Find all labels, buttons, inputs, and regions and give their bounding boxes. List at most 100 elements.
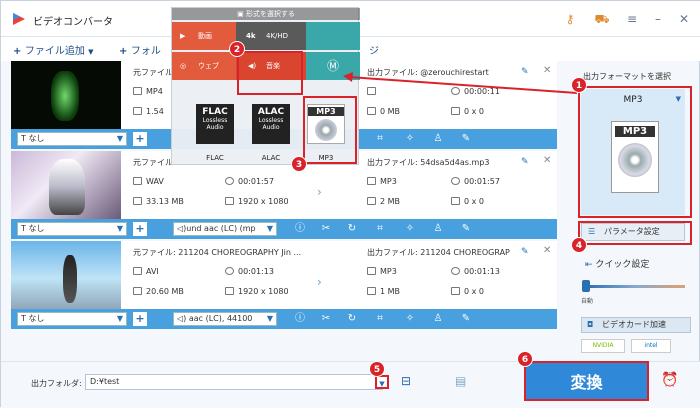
category-apple[interactable]	[306, 22, 360, 50]
plus-icon: +	[119, 46, 131, 57]
add-files-button[interactable]: + ファイル追加 ▼	[13, 42, 93, 57]
nvidia-badge: NVIDIA	[581, 339, 625, 353]
source-size: 1.54	[146, 107, 164, 116]
watermark-icon[interactable]: ♙	[431, 132, 445, 146]
source-file-label: 元ファイル:	[133, 248, 176, 257]
add-subtitle-button[interactable]: +	[133, 312, 147, 326]
crop-icon[interactable]: ⌗	[373, 222, 387, 236]
remove-file-icon[interactable]: ✕	[543, 245, 551, 256]
callout-6: 6	[517, 351, 533, 367]
document-icon: ▣	[237, 10, 246, 18]
output-file-name: 54dsa5d4as.mp3	[420, 158, 490, 167]
source-format: MP4	[146, 87, 163, 96]
audio-track-select[interactable]: ◁) aac (LC), 44100 ▼	[173, 312, 277, 326]
folder-dropdown-icon[interactable]: ▼	[375, 375, 389, 389]
audio-icon: ◁)	[177, 224, 187, 233]
rotate-icon[interactable]: ↻	[345, 312, 359, 326]
crop-icon[interactable]: ⌗	[373, 132, 387, 146]
row-toolbar: T なし ▼ + ◁) aac (LC), 44100 ▼ ⓘ ✂ ↻ ⌗ ✧ ♙ …	[11, 309, 557, 329]
subtitle-select[interactable]: T なし ▼	[17, 222, 127, 236]
chevron-down-icon: ▼	[266, 224, 273, 233]
subtitle-select[interactable]: T なし ▼	[17, 132, 127, 146]
output-resolution: 0 x 0	[464, 287, 484, 296]
convert-button[interactable]: 変換	[524, 361, 649, 401]
output-folder-input[interactable]: D:¥test	[85, 374, 383, 390]
category-4k-hd[interactable]: 4k 4K/HD	[236, 22, 306, 50]
close-icon[interactable]: ✕	[675, 11, 693, 27]
edit-name-icon[interactable]: ✎	[521, 157, 529, 167]
plus-icon: +	[13, 46, 25, 57]
source-size: 33.13 MB	[146, 197, 184, 206]
output-format-icon	[367, 267, 376, 275]
open-folder-icon[interactable]: ⊟	[401, 374, 411, 388]
cart-icon[interactable]: ⛟	[593, 11, 611, 27]
effects-icon[interactable]: ✧	[403, 132, 417, 146]
source-duration: 00:01:13	[238, 267, 274, 276]
output-file-label: 出力ファイル:	[367, 158, 418, 167]
alarm-clock-icon[interactable]: ⏰	[661, 372, 678, 388]
quick-settings-label: クイック設定	[595, 260, 650, 270]
size-icon	[133, 287, 142, 295]
effects-icon[interactable]: ✧	[403, 312, 417, 326]
edit-name-icon[interactable]: ✎	[521, 247, 529, 257]
cut-icon[interactable]: ✂	[319, 222, 333, 236]
info-icon[interactable]: ⓘ	[293, 222, 307, 236]
effects-icon[interactable]: ✧	[403, 222, 417, 236]
minimize-icon[interactable]: –	[649, 11, 667, 27]
format-alac[interactable]: ALAC Lossless Audio	[252, 104, 290, 144]
edit-icon[interactable]: ✎	[459, 132, 473, 146]
output-folder-label: 出力フォルダ:	[31, 379, 82, 388]
output-resolution: 0 x 0	[464, 107, 484, 116]
size-icon	[367, 287, 376, 295]
remove-file-icon[interactable]: ✕	[543, 155, 551, 166]
quality-slider[interactable]	[585, 285, 685, 288]
merge-button[interactable]: ジ	[369, 42, 379, 57]
cut-icon[interactable]: ✂	[319, 312, 333, 326]
audio-track-select[interactable]: ◁)und aac (LC) (mp ▼	[173, 222, 277, 236]
menu-icon[interactable]: ≡	[623, 11, 641, 27]
format-flac[interactable]: FLAC Lossless Audio	[196, 104, 234, 144]
output-resolution: 0 x 0	[464, 197, 484, 206]
format-icon	[133, 87, 142, 95]
slider-handle[interactable]	[582, 280, 590, 292]
callout-4: 4	[571, 237, 587, 253]
key-icon[interactable]: ⚷	[561, 11, 579, 27]
output-duration: 00:01:57	[464, 177, 500, 186]
app-logo-icon	[13, 13, 25, 25]
crop-icon[interactable]: ⌗	[373, 312, 387, 326]
highlight-mp3-format	[303, 96, 357, 164]
info-icon[interactable]: ⓘ	[293, 312, 307, 326]
watermark-icon[interactable]: ♙	[431, 222, 445, 236]
4k-icon: 4k	[246, 32, 256, 40]
intel-badge: intel	[631, 339, 671, 353]
app-title: ビデオコンバータ	[33, 17, 113, 28]
gpu-acceleration-toggle[interactable]: ◘ ビデオカード加速	[581, 317, 691, 333]
output-size: 0 MB	[380, 107, 401, 116]
watermark-icon[interactable]: ♙	[431, 312, 445, 326]
format-icon	[133, 177, 142, 185]
row-toolbar: T なし ▼ + ◁)und aac (LC) (mp ▼ ⓘ ✂ ↻ ⌗ ✧ ♙ …	[11, 219, 557, 239]
size-icon	[367, 197, 376, 205]
output-size: 1 MB	[380, 287, 401, 296]
rotate-icon[interactable]: ↻	[345, 222, 359, 236]
format-code: FLAC	[202, 107, 228, 117]
add-subtitle-button[interactable]: +	[133, 132, 147, 146]
add-folder-button[interactable]: + フォル	[119, 42, 161, 57]
add-subtitle-button[interactable]: +	[133, 222, 147, 236]
edit-icon[interactable]: ✎	[459, 222, 473, 236]
source-file-label: 元ファイル	[133, 158, 173, 167]
clock-icon	[451, 267, 460, 275]
source-duration: 00:01:57	[238, 177, 274, 186]
callout-3: 3	[291, 156, 307, 172]
highlight-output-format	[578, 86, 692, 218]
format-icon	[133, 267, 142, 275]
category-video[interactable]: ▶ 動画	[172, 22, 236, 50]
category-web[interactable]: ◎ ウェブ	[172, 52, 236, 80]
file-row-3[interactable]: 元ファイル: 211204 CHOREOGRAPHY Jin ... AVI 0…	[11, 241, 557, 329]
subtitle-select[interactable]: T なし ▼	[17, 312, 127, 326]
play-icon: ▶	[180, 32, 186, 40]
edit-icon[interactable]: ✎	[459, 312, 473, 326]
source-format: AVI	[146, 267, 159, 276]
motorola-icon: Ⓜ	[326, 59, 339, 73]
merge-icon[interactable]: ▤	[455, 374, 466, 388]
